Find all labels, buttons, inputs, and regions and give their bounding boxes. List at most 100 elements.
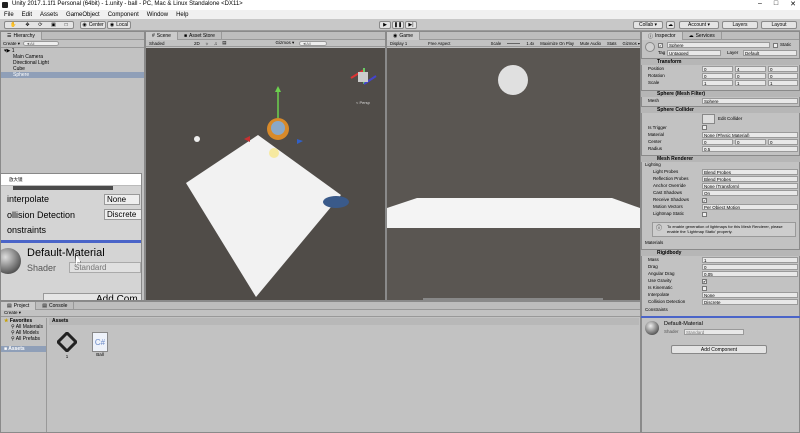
scale-y[interactable]: 1: [735, 80, 766, 86]
scale-slider[interactable]: [507, 42, 521, 44]
lighting-foldout[interactable]: Lighting: [645, 162, 661, 168]
scene-canvas[interactable]: [146, 48, 385, 300]
angular-drag-field[interactable]: 0.05: [702, 271, 798, 277]
step-button[interactable]: ▶|: [405, 21, 417, 29]
center-x[interactable]: 0: [702, 139, 733, 145]
tab-project[interactable]: ▤ Project: [1, 302, 37, 310]
mesh-field[interactable]: Sphere: [702, 98, 798, 104]
tag-dropdown[interactable]: Untagged: [667, 50, 721, 56]
close-icon[interactable]: ✕: [790, 0, 796, 8]
tab-inspector[interactable]: ⓘ Inspector: [642, 32, 683, 40]
layers-dropdown[interactable]: Layers: [722, 21, 758, 29]
shading-dropdown[interactable]: Shaded: [149, 41, 189, 46]
light-probes-dropdown[interactable]: Blend Probes: [702, 169, 798, 175]
rotation-y[interactable]: 0: [735, 73, 766, 79]
scene-viewport[interactable]: < Persp: [146, 48, 385, 300]
magnifier-add-component[interactable]: Add Com: [43, 293, 141, 300]
display-dropdown[interactable]: Display 1: [390, 41, 422, 46]
center-y[interactable]: 0: [735, 139, 766, 145]
audio-toggle-icon[interactable]: ♫: [214, 41, 217, 46]
move-tool-icon[interactable]: ✥: [25, 22, 29, 28]
position-y[interactable]: 4: [735, 66, 766, 72]
layout-dropdown[interactable]: Layout: [761, 21, 797, 29]
maximize-icon[interactable]: □: [774, 0, 778, 8]
pivot-local-button[interactable]: ◉ Local: [107, 21, 131, 29]
rotation-x[interactable]: 0: [702, 73, 733, 79]
tab-hierarchy[interactable]: ☰ Hierarchy: [1, 32, 42, 40]
transform-header[interactable]: Transform: [641, 58, 800, 65]
hierarchy-create-button[interactable]: Create ▾: [3, 41, 20, 47]
persp-label[interactable]: < Persp: [356, 100, 370, 105]
move-gizmo-y-arrow[interactable]: [275, 86, 281, 92]
move-gizmo-z-arrow[interactable]: [297, 139, 303, 144]
2d-toggle[interactable]: 2D: [194, 41, 200, 46]
rect-tool-icon[interactable]: □: [65, 22, 68, 28]
hierarchy-item-sphere[interactable]: Sphere: [1, 72, 144, 78]
constraints-foldout[interactable]: Constraints: [645, 307, 668, 313]
hand-tool-icon[interactable]: ✋: [10, 22, 16, 28]
menu-help[interactable]: Help: [176, 12, 188, 18]
scale-x[interactable]: 1: [702, 80, 733, 86]
minimize-icon[interactable]: –: [758, 0, 762, 8]
magnifier-shader-value[interactable]: Standard: [69, 262, 141, 273]
receive-shadows-checkbox[interactable]: ✓: [702, 198, 707, 203]
camera-gizmo-icon[interactable]: [194, 136, 200, 142]
asset-item-ball[interactable]: C# Ball: [90, 332, 110, 362]
stats-toggle[interactable]: Stats: [607, 41, 617, 46]
project-create-button[interactable]: Create ▾: [4, 310, 21, 315]
sphere-collider-header[interactable]: Sphere Collider: [641, 106, 800, 113]
cast-shadows-dropdown[interactable]: On: [702, 190, 798, 196]
active-checkbox[interactable]: ✓: [658, 43, 663, 48]
materials-foldout[interactable]: Materials: [645, 240, 663, 246]
menu-edit[interactable]: Edit: [22, 12, 32, 18]
scene-search-input[interactable]: ◄All: [299, 40, 328, 46]
pivot-center-button[interactable]: ◉ Center: [80, 21, 106, 29]
drag-field[interactable]: 0: [702, 264, 798, 270]
menu-file[interactable]: File: [4, 12, 14, 18]
interpolate-dropdown[interactable]: None: [702, 292, 798, 298]
tab-asset-store[interactable]: ■ Asset Store: [178, 32, 222, 40]
rotation-z[interactable]: 0: [768, 73, 798, 79]
account-button[interactable]: Account ▾: [679, 21, 719, 29]
position-z[interactable]: 0: [768, 66, 798, 72]
use-gravity-checkbox[interactable]: ✔: [702, 279, 707, 284]
hierarchy-search-input[interactable]: ◄All: [23, 41, 60, 46]
asset-item-scene[interactable]: 1: [55, 330, 79, 362]
scene-gizmos-dropdown[interactable]: Gizmos ▾: [276, 40, 295, 46]
menu-assets[interactable]: Assets: [40, 12, 58, 18]
physic-material-field[interactable]: None (Physic Material): [702, 132, 798, 138]
collision-detection-dropdown[interactable]: Discrete: [702, 299, 798, 305]
rotate-tool-icon[interactable]: ⟳: [38, 22, 42, 28]
tab-services[interactable]: ☁ Services: [683, 32, 722, 40]
tab-game[interactable]: ◉ Game: [387, 32, 420, 40]
tab-scene[interactable]: # Scene: [146, 32, 178, 40]
layer-dropdown[interactable]: Default: [743, 50, 797, 56]
transform-tools[interactable]: ✋ ✥ ⟳ ▣ □: [4, 21, 74, 29]
radius-field[interactable]: 0.5: [702, 146, 798, 152]
menu-window[interactable]: Window: [147, 12, 168, 18]
magnifier-collision-value[interactable]: Discrete: [104, 209, 141, 220]
effects-toggle-icon[interactable]: ▤: [222, 40, 226, 46]
material-shader-dropdown[interactable]: Standard: [684, 329, 744, 335]
move-gizmo-x-arrow[interactable]: [244, 136, 250, 142]
orientation-gizmo[interactable]: [350, 68, 377, 85]
magnifier-interpolate-value[interactable]: None: [104, 194, 140, 205]
scale-z[interactable]: 1: [768, 80, 798, 86]
center-z[interactable]: 0: [768, 139, 798, 145]
collab-button[interactable]: Collab ▾: [633, 21, 663, 29]
menu-component[interactable]: Component: [108, 12, 139, 18]
edit-collider-button[interactable]: [702, 114, 715, 124]
scale-tool-icon[interactable]: ▣: [51, 22, 56, 28]
tab-console[interactable]: ▤ Console: [36, 302, 75, 310]
mute-audio-toggle[interactable]: Mute Audio: [580, 41, 601, 46]
is-trigger-checkbox[interactable]: [702, 125, 707, 130]
menu-gameobject[interactable]: GameObject: [66, 12, 100, 18]
game-gizmos-dropdown[interactable]: Gizmos ▾: [623, 41, 640, 46]
position-x[interactable]: 0: [702, 66, 733, 72]
game-scrollbar[interactable]: [423, 298, 603, 300]
lightmap-static-checkbox[interactable]: [702, 212, 707, 217]
static-checkbox[interactable]: [773, 43, 778, 48]
assets-folder-row[interactable]: ■ Assets: [1, 346, 46, 352]
motion-vectors-dropdown[interactable]: Per Object Motion: [702, 204, 798, 210]
mass-field[interactable]: 1: [702, 257, 798, 263]
